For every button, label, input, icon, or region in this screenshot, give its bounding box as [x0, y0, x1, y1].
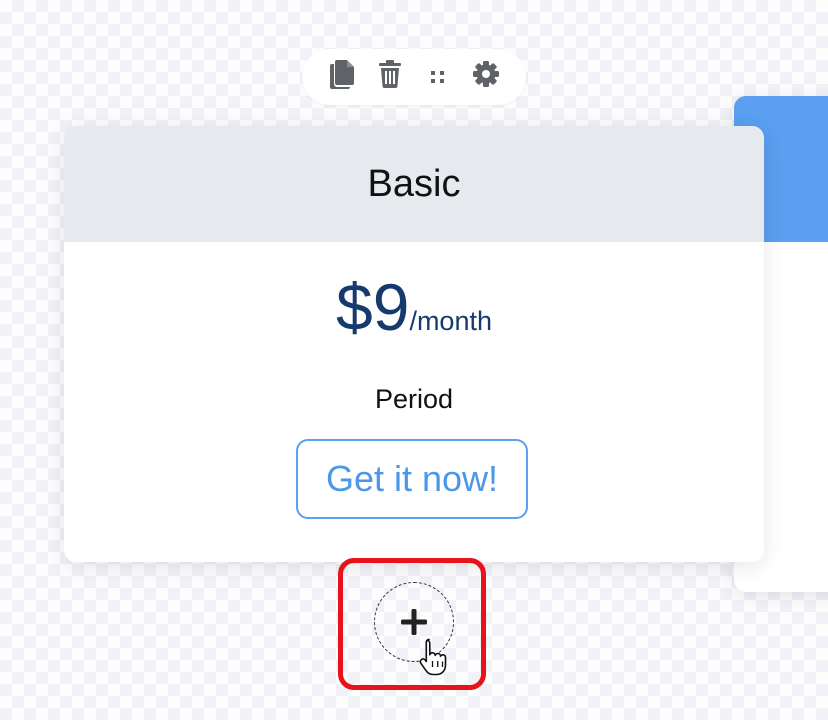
pricing-card-header: Basic [64, 126, 764, 242]
gear-icon [473, 61, 499, 87]
pricing-card-basic[interactable]: Basic $9/month Period Get it now! [64, 126, 764, 562]
copy-icon [330, 60, 354, 89]
element-toolbar [302, 49, 526, 105]
delete-button[interactable] [375, 59, 405, 89]
get-it-now-button[interactable]: Get it now! [296, 439, 528, 519]
settings-button[interactable] [471, 59, 501, 89]
drag-handle-button[interactable] [423, 59, 453, 89]
period-label: Period [374, 384, 454, 414]
plus-icon [401, 609, 427, 635]
drag-handle-icon [431, 71, 444, 83]
price-amount: $9 [336, 270, 410, 344]
hand-pointer-icon [419, 638, 447, 676]
price: $9/month [64, 274, 764, 340]
price-unit: /month [409, 306, 492, 336]
trash-icon [379, 60, 401, 88]
plan-title: Basic [367, 162, 461, 205]
duplicate-button[interactable] [327, 59, 357, 89]
